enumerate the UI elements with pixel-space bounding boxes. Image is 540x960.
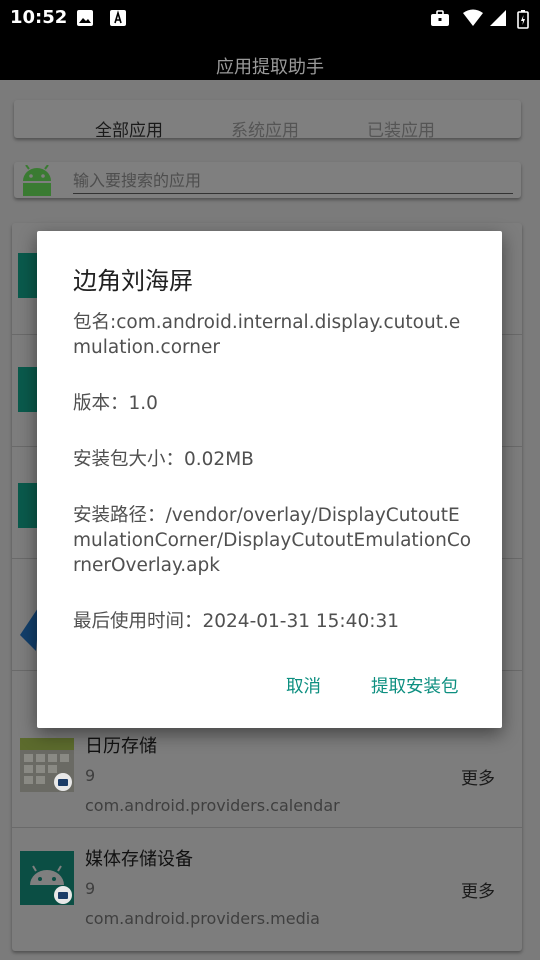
app-package: com.android.providers.calendar (85, 796, 340, 815)
wifi-icon (463, 9, 483, 26)
image-notification-icon (77, 10, 93, 26)
tab-all-apps[interactable]: 全部应用 (95, 116, 163, 141)
list-item-media-storage[interactable]: 媒体存储设备 9 com.android.providers.media 更多 (12, 829, 522, 941)
app-bar: 应用提取助手 (0, 36, 540, 80)
text-notification-icon (110, 10, 126, 26)
app-version: 9 (85, 766, 96, 785)
battery-icon (517, 10, 529, 29)
calendar-app-icon (20, 738, 74, 792)
install-path-line: 安装路径：/vendor/overlay/DisplayCutoutEmulat… (73, 505, 472, 576)
package-name-line: 包名:com.android.internal.display.cutout.e… (73, 312, 461, 358)
status-bar: 10:52 (0, 0, 540, 36)
app-name: 日历存储 (85, 736, 157, 757)
app-title: 应用提取助手 (216, 57, 324, 78)
more-button[interactable]: 更多 (461, 877, 495, 902)
dialog-body: 包名:com.android.internal.display.cutout.e… (73, 310, 473, 665)
app-package: com.android.providers.media (85, 909, 320, 928)
package-size-line: 安装包大小：0.02MB (73, 449, 254, 470)
android-app-icon (20, 851, 74, 905)
work-profile-icon (431, 10, 449, 26)
search-input[interactable] (73, 168, 513, 194)
app-version: 9 (85, 879, 96, 898)
tab-installed-apps[interactable]: 已装应用 (367, 116, 435, 141)
app-info-dialog: 边角刘海屏 包名:com.android.internal.display.cu… (37, 231, 502, 728)
dialog-title: 边角刘海屏 (73, 267, 193, 295)
status-time: 10:52 (10, 7, 68, 28)
android-icon (23, 165, 51, 196)
last-used-line: 最后使用时间：2024-01-31 15:40:31 (73, 611, 399, 632)
tab-bar: 全部应用 系统应用 已装应用 (14, 100, 521, 141)
cancel-button[interactable]: 取消 (286, 673, 321, 698)
more-button[interactable]: 更多 (461, 764, 495, 789)
signal-icon (490, 10, 506, 26)
version-line: 版本：1.0 (73, 393, 158, 414)
tab-system-apps[interactable]: 系统应用 (231, 116, 299, 141)
search-bar (14, 162, 521, 198)
list-item-calendar-storage[interactable]: 日历存储 9 com.android.providers.calendar 更多 (12, 716, 522, 828)
app-name: 媒体存储设备 (85, 849, 193, 870)
extract-apk-button[interactable]: 提取安装包 (371, 673, 459, 698)
